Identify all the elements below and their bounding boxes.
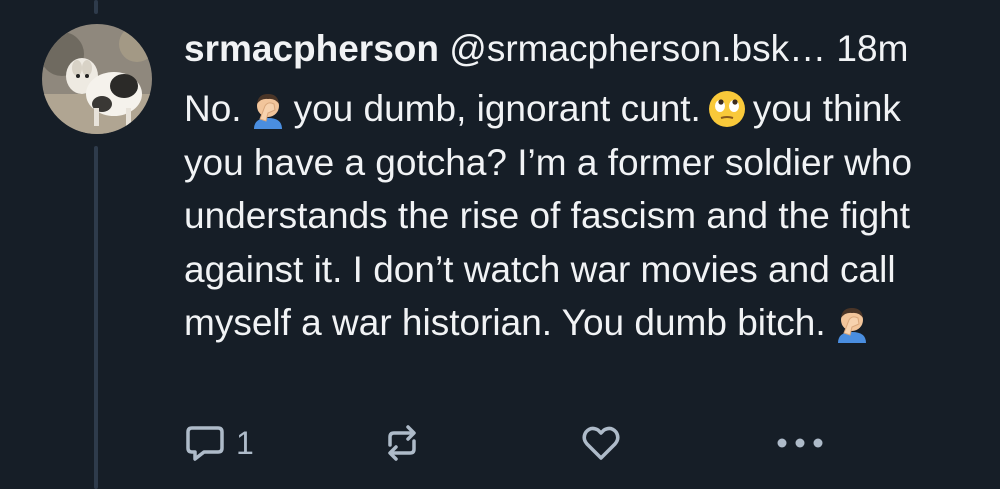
post[interactable]: srmacpherson @srmacpherson.bsk… 18m No. … xyxy=(184,24,984,350)
post-text-segment-1: No. xyxy=(184,88,242,129)
eye-roll-emoji-icon xyxy=(707,89,747,129)
repost-icon xyxy=(382,423,422,463)
more-options-button[interactable] xyxy=(776,418,824,468)
post-timestamp[interactable]: 18m xyxy=(836,28,908,69)
post-header: srmacpherson @srmacpherson.bsk… 18m xyxy=(184,24,984,74)
reply-icon xyxy=(184,423,226,463)
more-options-icon xyxy=(776,437,824,449)
repost-button[interactable] xyxy=(382,418,422,468)
facepalm-emoji-icon xyxy=(832,303,872,343)
reply-button[interactable]: 1 xyxy=(184,418,254,468)
thread-line-top xyxy=(94,0,98,14)
author-handle[interactable]: @srmacpherson.bsk… xyxy=(449,28,826,69)
heart-icon xyxy=(580,423,622,463)
avatar[interactable] xyxy=(42,24,152,134)
post-body: No. you dumb, ignorant cunt. you think y… xyxy=(184,82,964,350)
facepalm-emoji-icon xyxy=(248,89,288,129)
reply-count: 1 xyxy=(236,424,254,461)
post-actions: 1 xyxy=(0,418,1000,468)
like-button[interactable] xyxy=(580,418,622,468)
post-text-segment-2: you dumb, ignorant cunt. xyxy=(293,88,701,129)
author-name[interactable]: srmacpherson xyxy=(184,28,439,69)
